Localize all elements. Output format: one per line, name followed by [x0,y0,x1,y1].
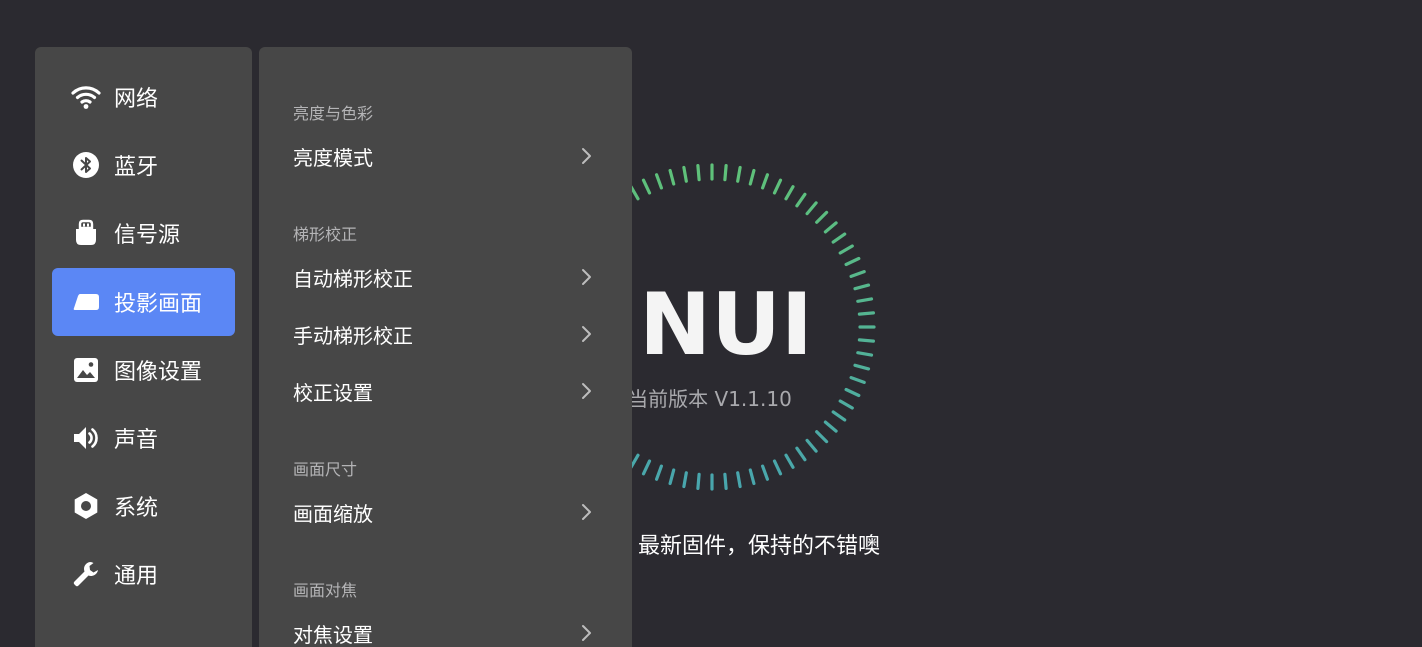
ring-tick [750,171,754,185]
menu-item-screen-zoom[interactable]: 画面缩放 [259,487,632,537]
ring-tick [750,470,754,484]
menu-item-manual-keystone[interactable]: 手动梯形校正 [259,309,632,359]
chevron-right-icon [576,324,596,344]
ring-tick [763,175,768,188]
sidebar-item-network[interactable]: 网络 [52,63,235,131]
menu-item-brightness-mode[interactable]: 亮度模式 [259,131,632,181]
ring-tick [644,461,650,474]
wrench-icon [71,559,101,589]
sidebar-item-label: 蓝牙 [114,149,158,181]
projection-settings-panel: 亮度与色彩 亮度模式 梯形校正 自动梯形校正 手动梯形校正 校正设置 画面尺寸 … [259,47,632,647]
ring-tick [657,175,662,188]
sidebar-item-sound[interactable]: 声音 [52,404,235,472]
ring-tick [840,246,852,253]
ring-tick [833,412,845,420]
menu-item-focus-settings[interactable]: 对焦设置 [259,608,632,647]
ring-tick [859,340,873,341]
sidebar-item-system[interactable]: 系统 [52,472,235,540]
section-title-focus: 画面对焦 [293,577,357,601]
sidebar-item-label: 通用 [114,558,158,590]
ring-tick [833,234,845,242]
system-icon [71,491,101,521]
ring-tick [698,474,699,488]
ring-tick [817,212,827,222]
ring-tick [817,432,827,442]
wifi-icon [71,82,101,112]
ring-tick [825,223,836,232]
sidebar-item-projection[interactable]: 投影画面 [52,268,235,336]
ring-tick [684,168,686,182]
ring-tick [631,455,638,467]
sidebar-item-label: 系统 [114,490,158,522]
sidebar-item-label: 信号源 [114,217,180,249]
projection-icon [71,287,101,317]
ring-tick [698,166,699,180]
image-icon [71,355,101,385]
section-title-keystone: 梯形校正 [293,221,357,245]
ring-tick [775,180,781,193]
ring-tick [738,168,740,182]
ring-tick [670,171,674,185]
ring-tick [807,440,816,451]
bluetooth-icon [71,150,101,180]
section-title-brightness: 亮度与色彩 [293,100,373,124]
ring-tick [786,187,793,199]
sidebar-item-general[interactable]: 通用 [52,540,235,608]
chevron-right-icon [576,381,596,401]
sidebar-item-label: 网络 [114,81,158,113]
sidebar-item-signal-source[interactable]: 信号源 [52,199,235,267]
sidebar-item-bluetooth[interactable]: 蓝牙 [52,131,235,199]
ring-tick [786,455,793,467]
ring-tick [631,187,638,199]
chevron-right-icon [576,623,596,643]
speaker-icon [71,423,101,453]
sidebar-item-label: 声音 [114,422,158,454]
chevron-right-icon [576,267,596,287]
ring-tick [846,259,859,265]
ring-tick [851,272,864,277]
chevron-right-icon [576,146,596,166]
sidebar-item-label: 图像设置 [114,354,202,386]
ring-tick [859,313,873,314]
ring-tick [775,461,781,474]
menu-item-auto-keystone[interactable]: 自动梯形校正 [259,252,632,302]
ring-tick [738,473,740,487]
ring-tick [725,474,726,488]
ring-tick [851,378,864,383]
ring-tick [644,180,650,193]
ring-tick [725,166,726,180]
ring-tick [657,466,662,479]
ring-tick [797,448,805,460]
signal-source-icon [71,218,101,248]
ring-tick [825,422,836,431]
settings-sidebar: 网络 蓝牙 信号源 投影画面 图像设置 声音 系统 [35,47,252,647]
sidebar-item-image-settings[interactable]: 图像设置 [52,336,235,404]
ring-tick [684,473,686,487]
ring-tick [763,466,768,479]
chevron-right-icon [576,502,596,522]
menu-item-correction-settings[interactable]: 校正设置 [259,366,632,416]
section-title-screen-size: 画面尺寸 [293,456,357,480]
ring-tick [807,203,816,214]
sidebar-item-label: 投影画面 [114,286,202,318]
ring-tick [670,470,674,484]
ring-tick [797,194,805,206]
